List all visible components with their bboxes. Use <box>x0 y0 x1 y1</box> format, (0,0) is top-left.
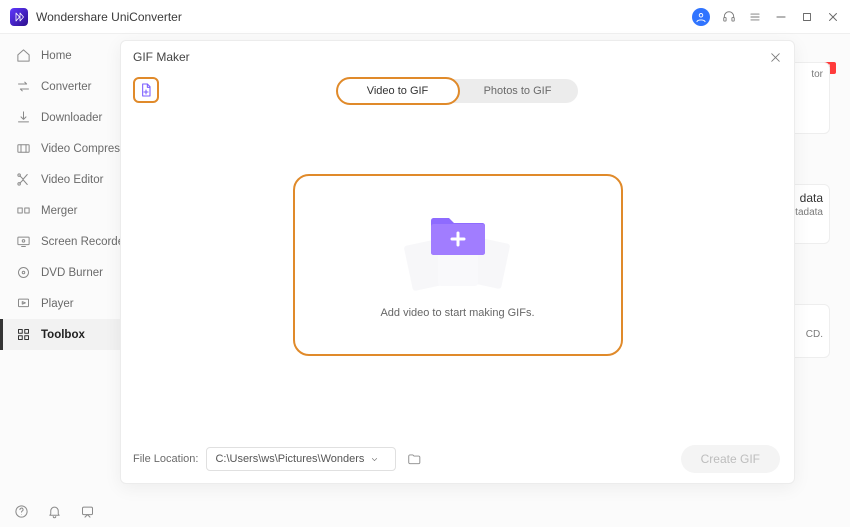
headset-icon[interactable] <box>722 10 736 24</box>
sidebar-item-home[interactable]: Home <box>0 40 120 71</box>
modal-title: GIF Maker <box>133 50 190 64</box>
close-window-button[interactable] <box>826 10 840 24</box>
tab-photos-to-gif[interactable]: Photos to GIF <box>458 79 578 103</box>
tab-video-to-gif[interactable]: Video to GIF <box>338 79 458 103</box>
sidebar-item-player[interactable]: Player <box>0 288 120 319</box>
create-gif-button[interactable]: Create GIF <box>681 445 780 473</box>
account-icon[interactable] <box>692 8 710 26</box>
folder-plus-icon <box>429 211 487 257</box>
sidebar-item-converter[interactable]: Converter <box>0 71 120 102</box>
sidebar-item-editor[interactable]: Video Editor <box>0 164 120 195</box>
sidebar-label: Converter <box>41 81 92 93</box>
sidebar-label: Player <box>41 298 74 310</box>
sidebar-label: Video Editor <box>41 174 103 186</box>
sidebar-item-recorder[interactable]: Screen Recorder <box>0 226 120 257</box>
sidebar-label: DVD Burner <box>41 267 103 279</box>
minimize-button[interactable] <box>774 10 788 24</box>
bottom-tray <box>14 504 95 519</box>
open-folder-button[interactable] <box>404 452 424 466</box>
sidebar-label: Toolbox <box>41 329 85 341</box>
app-title: Wondershare UniConverter <box>36 10 182 24</box>
sidebar-item-dvd[interactable]: DVD Burner <box>0 257 120 288</box>
content-area: NEW tor data etadata CD. GIF Maker Video… <box>120 34 850 494</box>
hamburger-icon[interactable] <box>748 10 762 24</box>
chevron-down-icon <box>370 455 379 464</box>
feedback-icon[interactable] <box>80 504 95 519</box>
maximize-button[interactable] <box>800 10 814 24</box>
file-location-select[interactable]: C:\Users\ws\Pictures\Wonders <box>206 447 396 471</box>
add-file-button[interactable] <box>133 77 159 103</box>
sidebar-label: Merger <box>41 205 77 217</box>
sidebar: Home Converter Downloader Video Compress… <box>0 34 120 494</box>
file-location-value: C:\Users\ws\Pictures\Wonders <box>215 453 364 465</box>
drop-zone-text: Add video to start making GIFs. <box>380 307 534 319</box>
bell-icon[interactable] <box>47 504 62 519</box>
sidebar-item-downloader[interactable]: Downloader <box>0 102 120 133</box>
modal-footer: File Location: C:\Users\ws\Pictures\Wond… <box>133 445 780 473</box>
sidebar-label: Screen Recorder <box>41 236 120 248</box>
drop-zone[interactable]: Add video to start making GIFs. <box>293 174 623 356</box>
sidebar-item-merger[interactable]: Merger <box>0 195 120 226</box>
title-bar: Wondershare UniConverter <box>0 0 850 34</box>
help-icon[interactable] <box>14 504 29 519</box>
sidebar-item-compressor[interactable]: Video Compressor <box>0 133 120 164</box>
close-icon[interactable] <box>769 51 782 64</box>
app-logo <box>10 8 28 26</box>
sidebar-label: Downloader <box>41 112 102 124</box>
sidebar-label: Video Compressor <box>41 143 120 155</box>
sidebar-item-toolbox[interactable]: Toolbox <box>0 319 120 350</box>
file-location-label: File Location: <box>133 453 198 465</box>
mode-segment: Video to GIF Photos to GIF <box>338 79 578 103</box>
sidebar-label: Home <box>41 50 72 62</box>
gif-maker-modal: GIF Maker Video to GIF Photos to GIF <box>120 40 795 484</box>
